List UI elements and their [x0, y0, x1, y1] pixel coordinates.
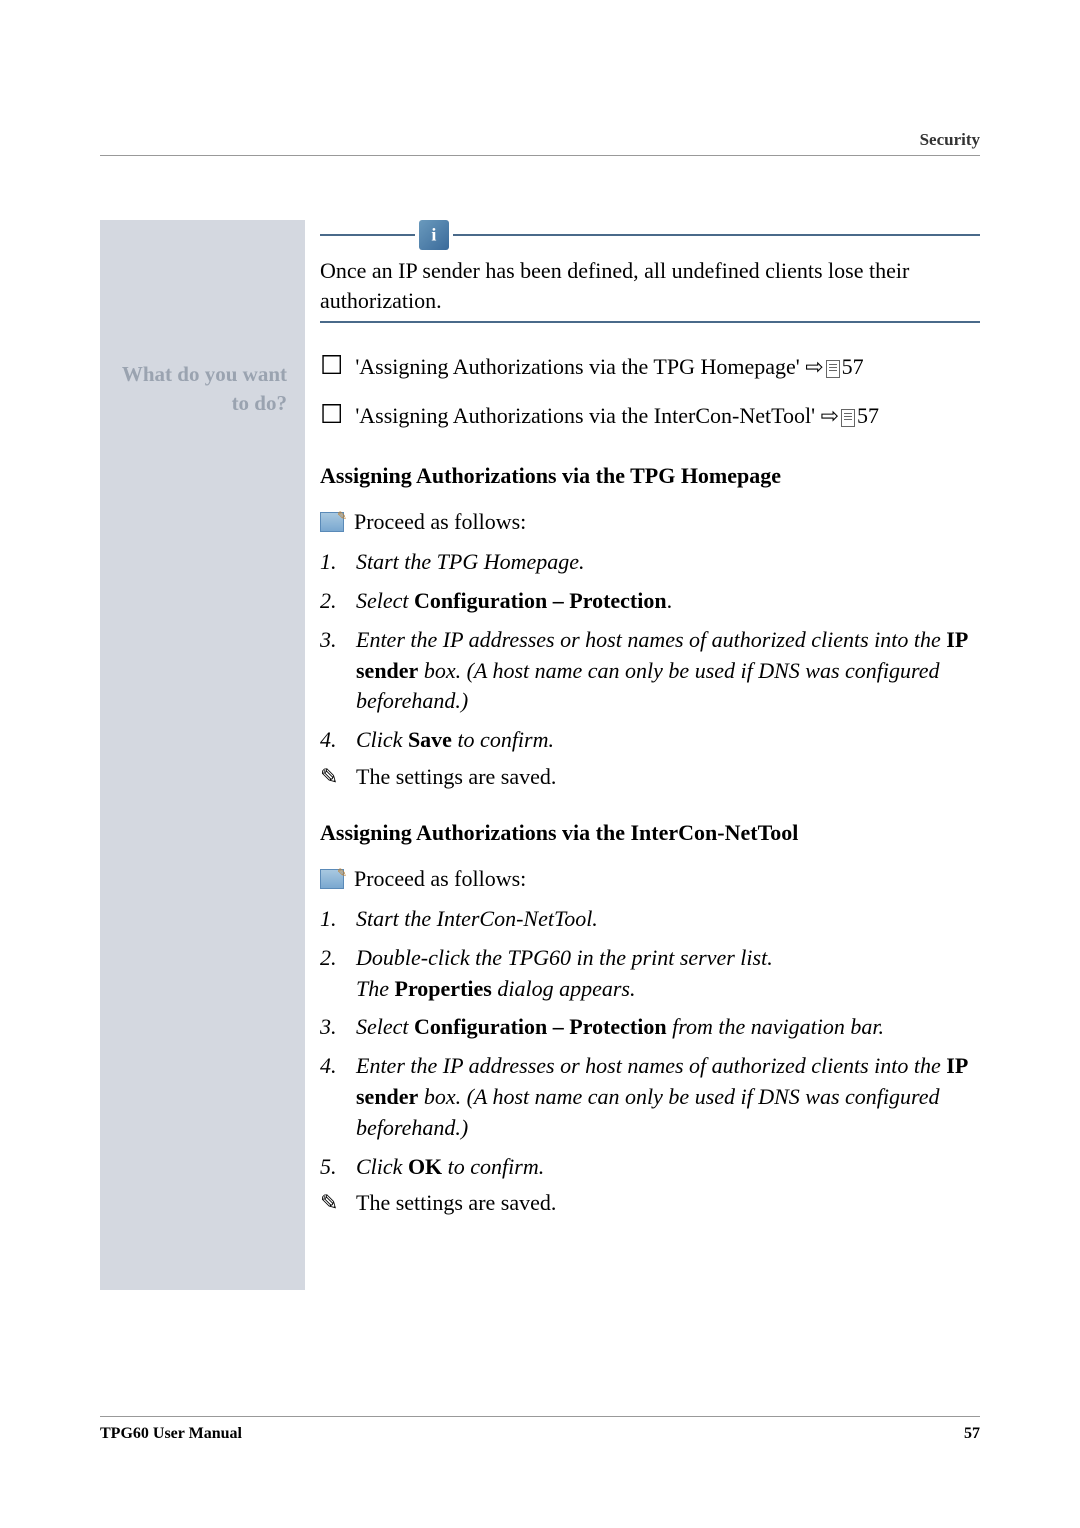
section-heading: Assigning Authorizations via the InterCo… [320, 820, 980, 846]
task-checkbox-list: ☐ 'Assigning Authorizations via the TPG … [320, 348, 980, 433]
list-item: 4. Enter the IP addresses or host names … [320, 1051, 980, 1143]
checkbox-icon: ☐ [320, 397, 343, 433]
result-line: ✎ The settings are saved. [320, 1190, 980, 1216]
result-line: ✎ The settings are saved. [320, 764, 980, 790]
footer-page-number: 57 [964, 1425, 980, 1443]
proceed-icon [320, 869, 344, 889]
result-icon: ✎ [320, 1190, 356, 1216]
proceed-line: Proceed as follows: [320, 509, 980, 535]
footer-manual-title: TPG60 User Manual [100, 1425, 242, 1443]
section-heading: Assigning Authorizations via the TPG Hom… [320, 463, 980, 489]
page-ref-icon [841, 409, 855, 427]
proceed-icon [320, 512, 344, 532]
list-item: 4. Click Save to confirm. [320, 725, 980, 756]
step-list: 1. Start the TPG Homepage. 2. Select Con… [320, 547, 980, 756]
info-callout: Once an IP sender has been defined, all … [320, 220, 980, 323]
checkbox-icon: ☐ [320, 348, 343, 384]
list-item: 5. Click OK to confirm. [320, 1152, 980, 1183]
checkbox-item: ☐ 'Assigning Authorizations via the Inte… [320, 397, 980, 433]
list-item: 3. Enter the IP addresses or host names … [320, 625, 980, 717]
callout-text: Once an IP sender has been defined, all … [320, 256, 980, 315]
proceed-line: Proceed as follows: [320, 866, 980, 892]
section-header: Security [920, 130, 980, 150]
page-ref-icon [826, 360, 840, 378]
list-item: 1. Start the InterCon-NetTool. [320, 904, 980, 935]
step-list: 1. Start the InterCon-NetTool. 2. Double… [320, 904, 980, 1182]
list-item: 1. Start the TPG Homepage. [320, 547, 980, 578]
list-item: 3. Select Configuration – Protection fro… [320, 1012, 980, 1043]
info-icon [419, 220, 449, 250]
checkbox-item: ☐ 'Assigning Authorizations via the TPG … [320, 348, 980, 384]
header-rule [100, 155, 980, 156]
result-icon: ✎ [320, 764, 356, 790]
list-item: 2. Double-click the TPG60 in the print s… [320, 943, 980, 1005]
sidebar-label: What do you want to do? [100, 360, 295, 419]
list-item: 2. Select Configuration – Protection. [320, 586, 980, 617]
page-footer: TPG60 User Manual 57 [100, 1416, 980, 1443]
